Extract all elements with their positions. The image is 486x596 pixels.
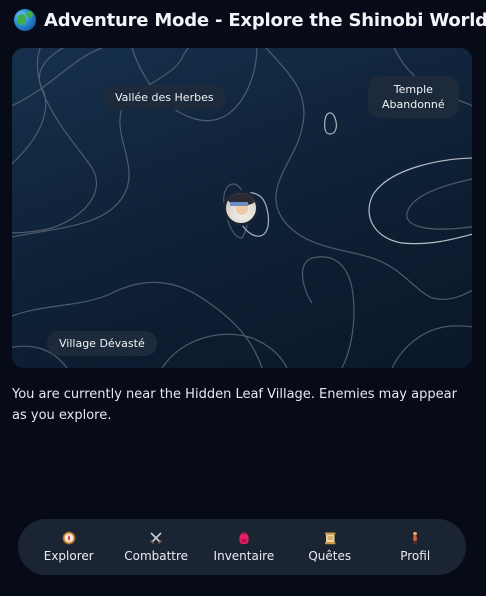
nav-item-quetes[interactable]: Quêtes — [300, 531, 360, 563]
header: Adventure Mode - Explore the Shinobi Wor… — [14, 8, 486, 32]
person-icon — [413, 531, 418, 545]
nav-label: Combattre — [124, 549, 189, 563]
compass-icon — [62, 531, 76, 545]
nav-label: Quêtes — [308, 549, 352, 563]
backpack-icon — [239, 532, 249, 544]
location-temple-abandonne[interactable]: Temple Abandonné — [368, 76, 459, 118]
globe-icon — [14, 9, 36, 31]
scroll-icon — [324, 532, 336, 545]
nav-label: Inventaire — [213, 549, 275, 563]
nav-item-inventaire[interactable]: Inventaire — [213, 531, 275, 563]
bottom-navigation: Explorer Combattre Inventaire Quêtes Pro… — [18, 519, 466, 575]
status-text: You are currently near the Hidden Leaf V… — [12, 387, 457, 423]
player-avatar[interactable] — [223, 190, 259, 226]
crossed-swords-icon — [150, 532, 163, 545]
page-title: Adventure Mode - Explore the Shinobi Wor… — [44, 9, 486, 31]
nav-item-profil[interactable]: Profil — [385, 531, 445, 563]
nav-label: Profil — [400, 549, 431, 563]
nav-label: Explorer — [43, 549, 94, 563]
nav-item-combattre[interactable]: Combattre — [124, 531, 188, 563]
nav-item-explorer[interactable]: Explorer — [39, 531, 99, 563]
location-vallee-des-herbes[interactable]: Vallée des Herbes — [103, 85, 226, 110]
location-village-devaste[interactable]: Village Dévasté — [47, 331, 157, 356]
world-map[interactable]: Vallée des Herbes Temple Abandonné Villa… — [12, 48, 472, 368]
